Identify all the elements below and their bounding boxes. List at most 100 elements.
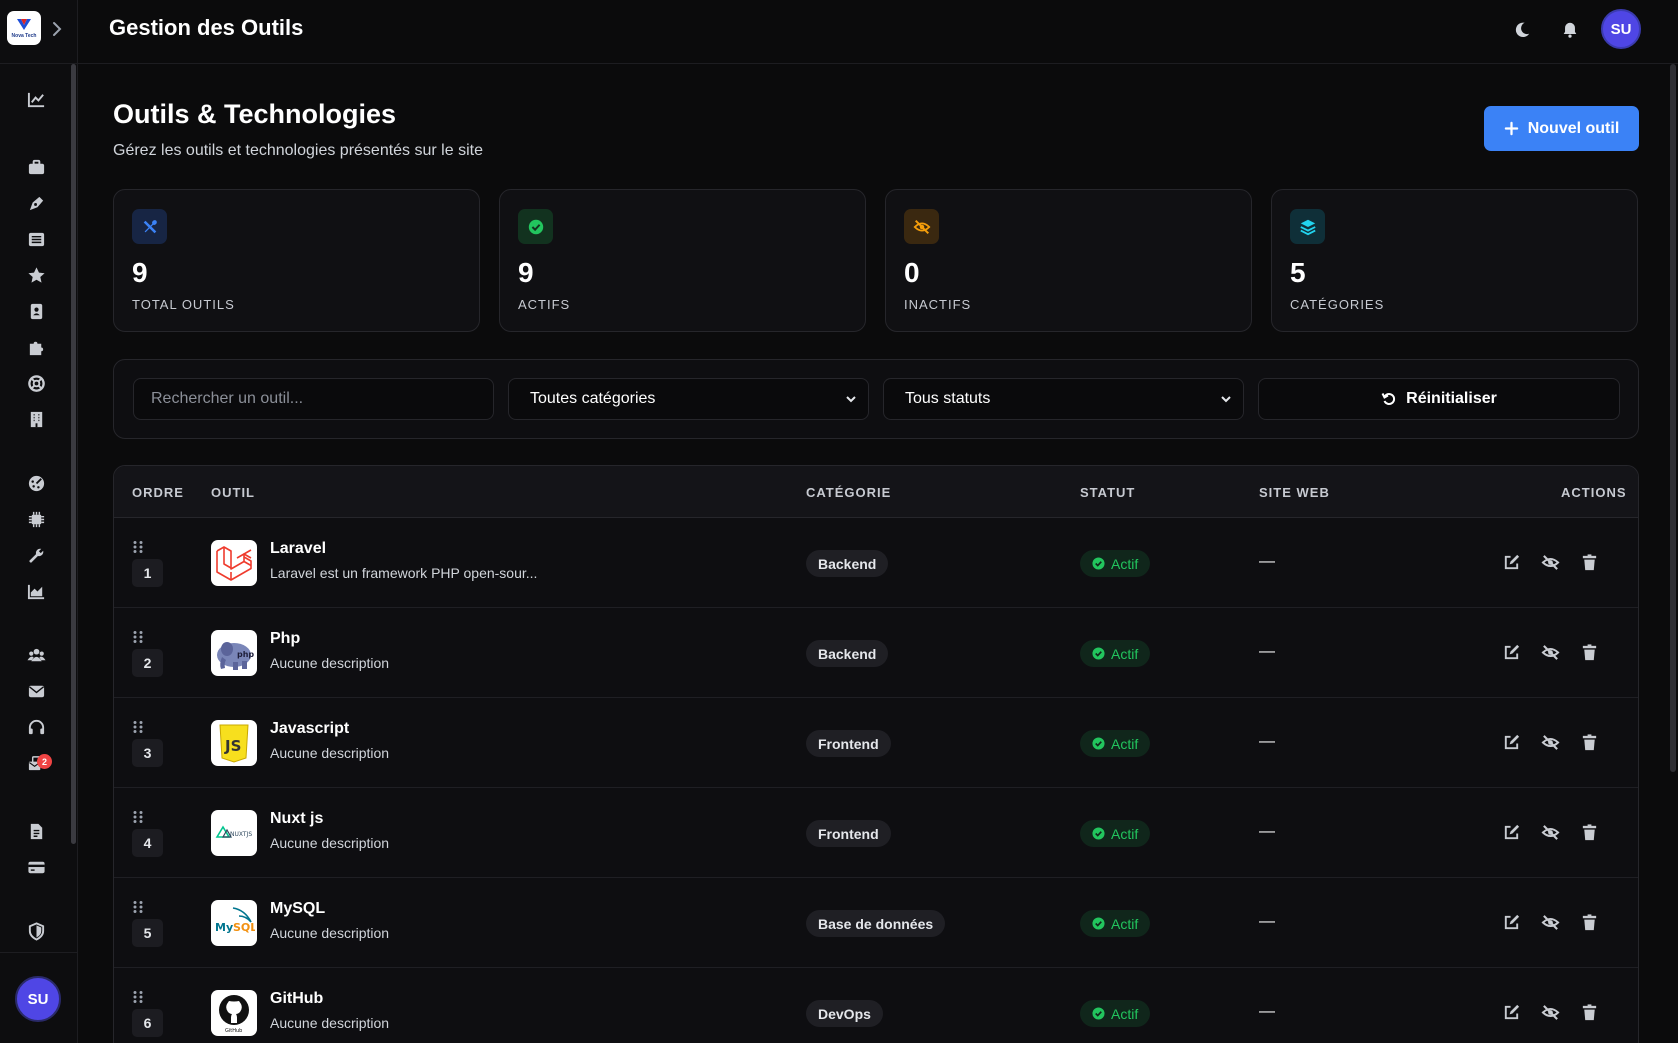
tool-description: Aucune description	[270, 655, 390, 671]
status-badge: Actif	[1080, 820, 1151, 847]
life-ring-icon[interactable]	[25, 372, 47, 394]
category-badge: Backend	[806, 640, 889, 667]
chevron-right-icon[interactable]	[50, 20, 64, 38]
check-circle-icon	[1092, 1007, 1105, 1020]
brand-area: Nova Tech	[0, 0, 78, 64]
stat-inactive-value: 0	[904, 257, 920, 288]
edit-icon[interactable]	[1500, 641, 1522, 663]
stat-active-value: 9	[518, 257, 534, 288]
trash-icon[interactable]	[1578, 641, 1600, 663]
sidebar: Nova Tech 2 SU	[0, 0, 78, 1043]
pen-nib-icon[interactable]	[25, 192, 47, 214]
new-tool-button[interactable]: Nouvel outil	[1484, 106, 1639, 151]
eye-slash-icon[interactable]	[1539, 821, 1561, 843]
sidebar-scrollbar[interactable]	[71, 64, 76, 844]
star-icon[interactable]	[25, 264, 47, 286]
briefcase-icon[interactable]	[25, 156, 47, 178]
website-value: —	[1259, 823, 1275, 840]
tool-description: Aucune description	[270, 1015, 390, 1031]
th-status[interactable]: STATUT	[1080, 485, 1135, 500]
check-circle-icon	[1092, 557, 1105, 570]
order-number: 5	[132, 919, 163, 947]
edit-icon[interactable]	[1500, 551, 1522, 573]
grip-icon[interactable]	[132, 540, 144, 554]
trash-icon[interactable]	[1578, 551, 1600, 573]
th-category[interactable]: CATÉGORIE	[806, 485, 891, 500]
grip-icon[interactable]	[132, 720, 144, 734]
microchip-icon[interactable]	[25, 508, 47, 530]
eye-slash-icon[interactable]	[1539, 641, 1561, 663]
grip-icon[interactable]	[132, 810, 144, 824]
check-circle-icon	[1092, 647, 1105, 660]
category-select[interactable]: Toutes catégories	[508, 378, 869, 420]
eye-slash-icon[interactable]	[1539, 551, 1561, 573]
bell-icon[interactable]	[1558, 18, 1582, 42]
th-tool[interactable]: OUTIL	[211, 485, 255, 500]
edit-icon[interactable]	[1500, 821, 1522, 843]
list-icon[interactable]	[25, 228, 47, 250]
search-input[interactable]: Rechercher un outil...	[133, 378, 494, 420]
reset-button[interactable]: Réinitialiser	[1258, 378, 1620, 420]
status-text: Actif	[1111, 1005, 1139, 1022]
edit-icon[interactable]	[1500, 1001, 1522, 1023]
users-icon[interactable]	[25, 644, 47, 666]
status-select-value: Tous statuts	[905, 390, 991, 407]
palette-icon[interactable]	[25, 472, 47, 494]
chart-line-icon[interactable]	[25, 88, 47, 110]
status-text: Actif	[1111, 645, 1139, 662]
svg-text:JS: JS	[224, 737, 241, 755]
building-icon[interactable]	[25, 408, 47, 430]
file-alt-icon[interactable]	[25, 820, 47, 842]
order-number: 6	[132, 1009, 163, 1037]
check-circle-icon	[1092, 737, 1105, 750]
main-scrollbar[interactable]	[1670, 64, 1676, 772]
tool-name[interactable]: Php	[270, 630, 300, 648]
trash-icon[interactable]	[1578, 731, 1600, 753]
javascript-logo: JS	[211, 720, 257, 766]
edit-icon[interactable]	[1500, 731, 1522, 753]
address-book-icon[interactable]	[25, 300, 47, 322]
grip-icon[interactable]	[132, 630, 144, 644]
website-value: —	[1259, 913, 1275, 930]
brand-logo[interactable]: Nova Tech	[7, 11, 41, 45]
envelope-icon[interactable]	[25, 680, 47, 702]
grip-icon[interactable]	[132, 990, 144, 1004]
trash-icon[interactable]	[1578, 911, 1600, 933]
trash-icon[interactable]	[1578, 821, 1600, 843]
tool-name[interactable]: Laravel	[270, 540, 326, 558]
tool-name[interactable]: Javascript	[270, 720, 349, 738]
grip-icon[interactable]	[132, 900, 144, 914]
credit-card-icon[interactable]	[25, 856, 47, 878]
laravel-logo	[211, 540, 257, 586]
sidebar-user-avatar[interactable]: SU	[15, 976, 61, 1022]
header-user-avatar[interactable]: SU	[1601, 9, 1641, 49]
check-circle-icon	[1092, 827, 1105, 840]
wrench-icon[interactable]	[25, 544, 47, 566]
tool-name[interactable]: Nuxt js	[270, 810, 323, 828]
status-badge: Actif	[1080, 550, 1151, 577]
puzzle-icon[interactable]	[25, 336, 47, 358]
eye-slash-icon[interactable]	[1539, 1001, 1561, 1023]
website-value: —	[1259, 553, 1275, 570]
svg-text:GitHub: GitHub	[225, 1028, 242, 1034]
edit-icon[interactable]	[1500, 911, 1522, 933]
tool-name[interactable]: MySQL	[270, 900, 325, 918]
th-website[interactable]: SITE WEB	[1259, 485, 1330, 500]
mysql-logo: My SQL	[211, 900, 257, 946]
layers-icon	[1290, 209, 1325, 244]
trash-icon[interactable]	[1578, 1001, 1600, 1023]
eye-slash-icon[interactable]	[1539, 911, 1561, 933]
status-text: Actif	[1111, 915, 1139, 932]
eye-slash-icon[interactable]	[1539, 731, 1561, 753]
shield-icon[interactable]	[25, 920, 47, 942]
moon-icon[interactable]	[1510, 18, 1534, 42]
chart-area-icon[interactable]	[25, 580, 47, 602]
headset-icon[interactable]	[25, 716, 47, 738]
category-badge: Frontend	[806, 820, 891, 847]
tool-name[interactable]: GitHub	[270, 990, 323, 1008]
status-select[interactable]: Tous statuts	[883, 378, 1244, 420]
eye-slash-icon	[904, 209, 939, 244]
th-order[interactable]: ORDRE	[132, 485, 184, 500]
php-logo: php	[211, 630, 257, 676]
filters-bar: Rechercher un outil... Toutes catégories…	[113, 359, 1639, 439]
